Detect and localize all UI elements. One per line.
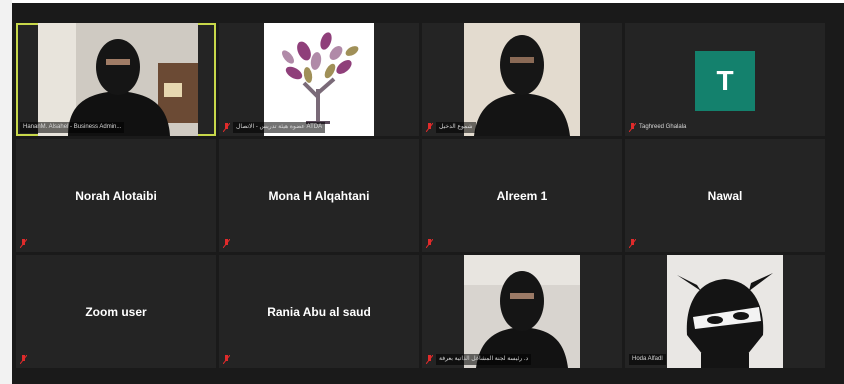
participant-name-bar: [223, 354, 230, 365]
mic-muted-icon: [629, 239, 636, 248]
participant-tile[interactable]: Nawal: [625, 139, 825, 252]
participant-name-bar: Hoda Alfadl: [629, 354, 666, 365]
participant-name: د. رئيسة لجنة المشاغل الذاتية بعرفة: [436, 354, 532, 365]
participant-name: HananM. Alsahel - Business Admin...: [20, 122, 125, 133]
participant-name: Norah Alotaibi: [75, 188, 157, 203]
participant-name: Rania Abu al saud: [267, 304, 371, 319]
participant-name-bar: د. رئيسة لجنة المشاغل الذاتية بعرفة: [426, 354, 532, 365]
participant-logo: [264, 23, 374, 136]
participant-tile[interactable]: Alreem 1: [422, 139, 622, 252]
gallery-view: HananM. Alsahel - Business Admin... عضوة…: [16, 23, 825, 368]
participant-name-bar: HananM. Alsahel - Business Admin...: [20, 122, 125, 133]
participant-name-bar: [20, 354, 27, 365]
participant-tile[interactable]: عضوة هيئة تدريس - الاتصال ATDA: [219, 23, 419, 136]
participant-tile[interactable]: Mona H Alqahtani: [219, 139, 419, 252]
participant-name-bar: [426, 238, 433, 249]
participant-name-bar: شموع الدخيل: [426, 122, 476, 133]
participant-tile[interactable]: د. رئيسة لجنة المشاغل الذاتية بعرفة: [422, 255, 622, 368]
participant-video: [464, 255, 580, 368]
participant-name-bar: [223, 238, 230, 249]
participant-name: Mona H Alqahtani: [268, 188, 370, 203]
mic-muted-icon: [426, 123, 433, 132]
mic-muted-icon: [223, 123, 230, 132]
participant-name-bar: عضوة هيئة تدريس - الاتصال ATDA: [223, 122, 326, 133]
page-edge: [0, 0, 12, 384]
participant-tile[interactable]: شموع الدخيل: [422, 23, 622, 136]
participant-avatar-initial: T: [695, 51, 755, 111]
participant-tile[interactable]: Zoom user: [16, 255, 216, 368]
participant-name: Hoda Alfadl: [629, 354, 666, 365]
participant-video: [464, 23, 580, 136]
mic-muted-icon: [223, 239, 230, 248]
mic-muted-icon: [20, 355, 27, 364]
participant-tile[interactable]: Hoda Alfadl: [625, 255, 825, 368]
participant-name: عضوة هيئة تدريس - الاتصال ATDA: [233, 122, 326, 133]
participant-name: Alreem 1: [496, 188, 548, 203]
participant-name: شموع الدخيل: [436, 122, 476, 133]
participant-name: Taghreed Ghalala: [639, 124, 687, 130]
participant-name: Nawal: [707, 188, 743, 203]
participant-name-bar: [20, 238, 27, 249]
mic-muted-icon: [223, 355, 230, 364]
participant-name-bar: Taghreed Ghalala: [629, 122, 686, 133]
participant-tile[interactable]: Norah Alotaibi: [16, 139, 216, 252]
participant-video: [667, 255, 783, 368]
participant-video: [38, 23, 198, 136]
participant-tile[interactable]: Rania Abu al saud: [219, 255, 419, 368]
participant-name: Zoom user: [85, 304, 147, 319]
mic-muted-icon: [426, 355, 433, 364]
participant-name-bar: [629, 238, 636, 249]
participant-tile[interactable]: T Taghreed Ghalala: [625, 23, 825, 136]
mic-muted-icon: [426, 239, 433, 248]
participant-tile[interactable]: HananM. Alsahel - Business Admin...: [16, 23, 216, 136]
mic-muted-icon: [629, 123, 636, 132]
mic-muted-icon: [20, 239, 27, 248]
